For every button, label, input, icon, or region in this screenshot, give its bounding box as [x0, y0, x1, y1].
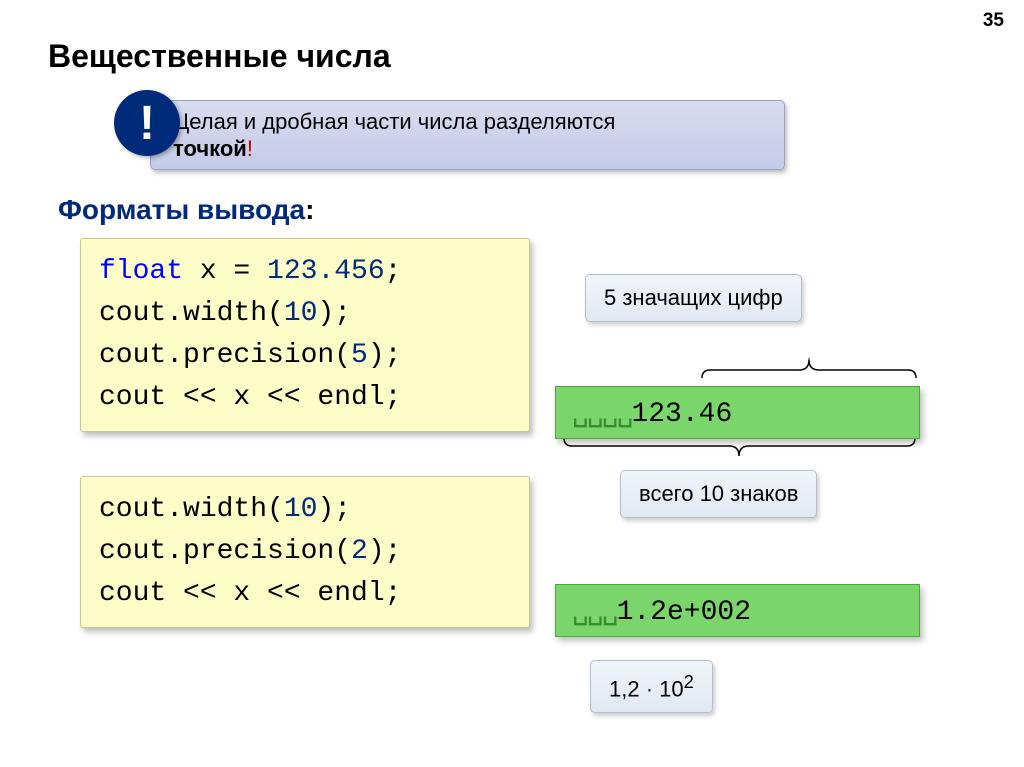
- callout-scinote: 1,2 · 102: [590, 660, 713, 713]
- code1-l1b: x =: [183, 256, 267, 287]
- callout-width: всего 10 знаков: [620, 470, 817, 518]
- code1-l3a: cout.precision(: [99, 340, 351, 371]
- code-block-1: float x = 123.456; cout.width(10); cout.…: [80, 238, 530, 432]
- output1-value: 123.46: [631, 399, 732, 430]
- kw-float: float: [99, 256, 183, 287]
- info-note: Целая и дробная части числа разделяются …: [150, 100, 785, 170]
- code1-l2c: );: [317, 298, 351, 329]
- code2-l1a: cout.width(: [99, 494, 284, 525]
- code-block-2: cout.width(10); cout.precision(2); cout …: [80, 476, 530, 628]
- code1-l1d: ;: [385, 256, 402, 287]
- callout3-base: 1,2 · 10: [609, 676, 684, 701]
- note-part1: Целая и дробная части числа разделяются: [173, 109, 615, 134]
- section-colon: :: [305, 194, 314, 225]
- exclamation-icon: !: [114, 90, 180, 156]
- code2-l2a: cout.precision(: [99, 536, 351, 567]
- code1-l4: cout << x << endl;: [99, 382, 401, 413]
- brace-bottom-icon: [562, 436, 917, 458]
- code2-l3: cout << x << endl;: [99, 578, 401, 609]
- code1-l3b: 5: [351, 340, 368, 371]
- output2-spaces: ␣␣␣: [572, 597, 617, 628]
- note-exclaim: !: [247, 136, 253, 161]
- output-1: ␣␣␣␣123.46: [555, 386, 920, 439]
- output2-value: 1.2e+002: [617, 597, 751, 628]
- literal-123: 123.456: [267, 256, 385, 287]
- code2-l2b: 2: [351, 536, 368, 567]
- note-text: Целая и дробная части числа разделяются …: [173, 108, 615, 163]
- callout3-exp: 2: [684, 671, 694, 692]
- code2-l1c: );: [317, 494, 351, 525]
- page-number: 35: [983, 10, 1004, 32]
- code1-l2b: 10: [284, 298, 318, 329]
- section-title: Форматы вывода:: [58, 194, 314, 226]
- page-title: Вещественные числа: [48, 38, 391, 75]
- code2-l2c: );: [368, 536, 402, 567]
- callout-sigfigs: 5 значащих цифр: [585, 274, 802, 322]
- code1-l2a: cout.width(: [99, 298, 284, 329]
- section-label: Форматы вывода: [58, 194, 305, 225]
- code1-l3c: );: [368, 340, 402, 371]
- brace-top-icon: [700, 358, 918, 380]
- code2-l1b: 10: [284, 494, 318, 525]
- note-bold: точкой: [173, 136, 247, 161]
- output1-spaces: ␣␣␣␣: [572, 399, 631, 430]
- output-2: ␣␣␣1.2e+002: [555, 584, 920, 637]
